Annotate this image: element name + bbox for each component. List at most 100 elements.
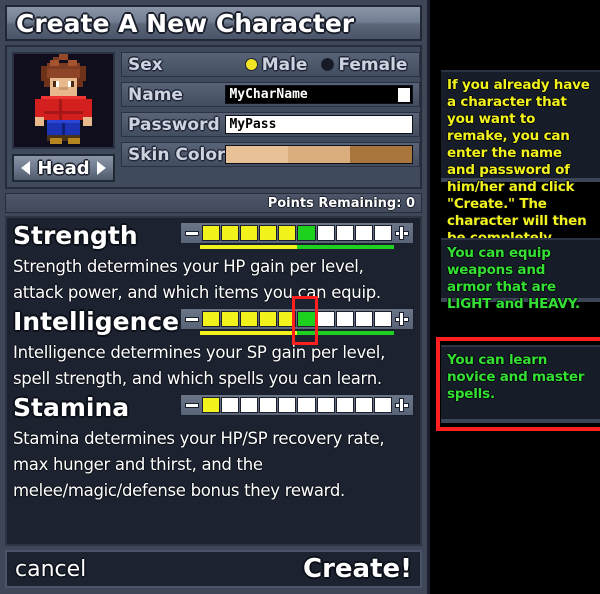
stat-segment[interactable] — [259, 225, 278, 241]
stat-name: Intelligence — [13, 307, 180, 336]
points-remaining-bar: Points Remaining: 0 — [5, 193, 422, 213]
stat-segment[interactable] — [278, 311, 297, 327]
stat-segment[interactable] — [297, 311, 316, 327]
cancel-button[interactable]: cancel — [15, 557, 86, 582]
stat-segment[interactable] — [297, 397, 316, 413]
tooltip-text: You can learn novice and master spells. — [447, 352, 585, 402]
character-sprite — [14, 54, 113, 147]
radio-female-dot-icon[interactable] — [321, 58, 335, 71]
skin-color-swatch[interactable] — [225, 145, 414, 164]
stat-segment[interactable] — [240, 397, 259, 413]
stat-segment[interactable] — [259, 397, 278, 413]
stat-bar — [180, 394, 414, 416]
stat-segment[interactable] — [373, 225, 392, 241]
skin-color-field-row: Skin Color — [121, 142, 421, 167]
text-caret — [398, 88, 411, 102]
stat-bar-wrapper — [180, 222, 414, 250]
window-footer: cancel Create! — [5, 550, 422, 588]
stat-bar-wrapper — [180, 296, 414, 345]
radio-male-dot-icon[interactable] — [244, 58, 258, 71]
arrow-left-icon[interactable] — [21, 161, 31, 175]
skin-color-band-2[interactable] — [350, 146, 413, 163]
sex-label: Sex — [128, 54, 163, 75]
stat-bar — [180, 308, 414, 330]
tooltip-text: You can equip weapons and armor that are… — [447, 245, 580, 312]
name-field-row: Name MyCharName — [121, 82, 421, 107]
create-character-window: Create A New Character Head Sex Male Fem… — [0, 0, 430, 594]
stat-segment[interactable] — [354, 225, 373, 241]
head-part-selector[interactable]: Head — [12, 154, 115, 182]
tooltip-inner: You can learn novice and master spells. — [441, 347, 600, 410]
tooltip-side-panel: If you already have a character that you… — [433, 0, 600, 594]
app-root: Create A New Character Head Sex Male Fem… — [0, 0, 600, 594]
stat-segment[interactable] — [202, 311, 221, 327]
stat-segment[interactable] — [335, 397, 354, 413]
skin-color-label: Skin Color — [128, 144, 226, 165]
skin-color-band-1[interactable] — [288, 146, 351, 163]
stat-segment[interactable] — [297, 225, 316, 241]
radio-male-label: Male — [261, 54, 308, 75]
stat-increment-button[interactable] — [393, 225, 411, 241]
stat-segment[interactable] — [202, 397, 221, 413]
stat-segment[interactable] — [221, 225, 240, 241]
stat-description: Strength determines your HP gain per lev… — [13, 257, 381, 302]
stat-segment[interactable] — [259, 311, 278, 327]
stat-block: Intelligence Intelligence determines your… — [13, 296, 414, 392]
stat-segment[interactable] — [278, 225, 297, 241]
stat-segment[interactable] — [240, 225, 259, 241]
tooltip-inner: You can equip weapons and armor that are… — [441, 240, 600, 320]
create-button[interactable]: Create! — [303, 554, 412, 584]
name-label: Name — [128, 84, 183, 105]
stat-decrement-button[interactable] — [183, 225, 201, 241]
stat-segment[interactable] — [373, 397, 392, 413]
radio-male[interactable]: Male — [244, 54, 308, 75]
stat-segment[interactable] — [316, 225, 335, 241]
stat-decrement-button[interactable] — [183, 397, 201, 413]
tooltip-text: If you already have a character that you… — [447, 77, 590, 263]
stat-segment[interactable] — [221, 311, 240, 327]
password-label: Password — [128, 114, 220, 135]
stat-segment[interactable] — [335, 311, 354, 327]
password-input[interactable]: MyPass — [225, 115, 414, 134]
tier-bar-yellow — [200, 245, 297, 249]
stat-increment-button[interactable] — [393, 397, 411, 413]
stat-name: Strength — [13, 221, 138, 250]
stat-segment[interactable] — [316, 311, 335, 327]
character-setup-panel: Head Sex Male Female Name MyCharName Pas… — [5, 45, 422, 189]
stat-tier-underline — [180, 245, 414, 250]
password-input-value: MyPass — [229, 117, 277, 132]
arrow-right-icon[interactable] — [96, 161, 106, 175]
tier-bar-green — [297, 245, 394, 249]
form-column: Sex Male Female Name MyCharName Password… — [121, 52, 421, 182]
stats-container: Strength Strength determines your HP gain… — [5, 216, 422, 546]
stat-description: Stamina determines your HP/SP recovery r… — [13, 429, 385, 500]
stat-header: Stamina — [13, 394, 414, 428]
stat-segment[interactable] — [240, 311, 259, 327]
stat-segment[interactable] — [354, 311, 373, 327]
stat-segment[interactable] — [354, 397, 373, 413]
name-input[interactable]: MyCharName — [225, 85, 414, 104]
stat-tier-underline — [180, 331, 414, 336]
skin-color-band-0[interactable] — [226, 146, 289, 163]
stat-increment-button[interactable] — [393, 311, 411, 327]
stat-segment[interactable] — [278, 397, 297, 413]
stat-segment[interactable] — [373, 311, 392, 327]
head-selector-label: Head — [37, 157, 90, 179]
tooltip-panel: You can learn novice and master spells. — [441, 345, 600, 423]
sex-radio-group: Male Female — [244, 54, 414, 75]
stat-block: Stamina Stamina determines your HP/SP rec… — [13, 394, 414, 504]
character-portrait — [12, 52, 115, 149]
stat-name: Stamina — [13, 393, 130, 422]
stat-segment[interactable] — [335, 225, 354, 241]
stat-segment[interactable] — [316, 397, 335, 413]
page-title: Create A New Character — [16, 8, 355, 38]
stat-segment[interactable] — [221, 397, 240, 413]
points-remaining-label: Points Remaining: 0 — [267, 195, 415, 211]
radio-female[interactable]: Female — [321, 55, 407, 75]
sex-field-row: Sex Male Female — [121, 52, 421, 77]
tier-bar-green — [297, 331, 394, 335]
stat-decrement-button[interactable] — [183, 311, 201, 327]
stat-segment[interactable] — [202, 225, 221, 241]
stat-bar-wrapper — [180, 394, 414, 416]
name-input-value: MyCharName — [229, 87, 308, 102]
